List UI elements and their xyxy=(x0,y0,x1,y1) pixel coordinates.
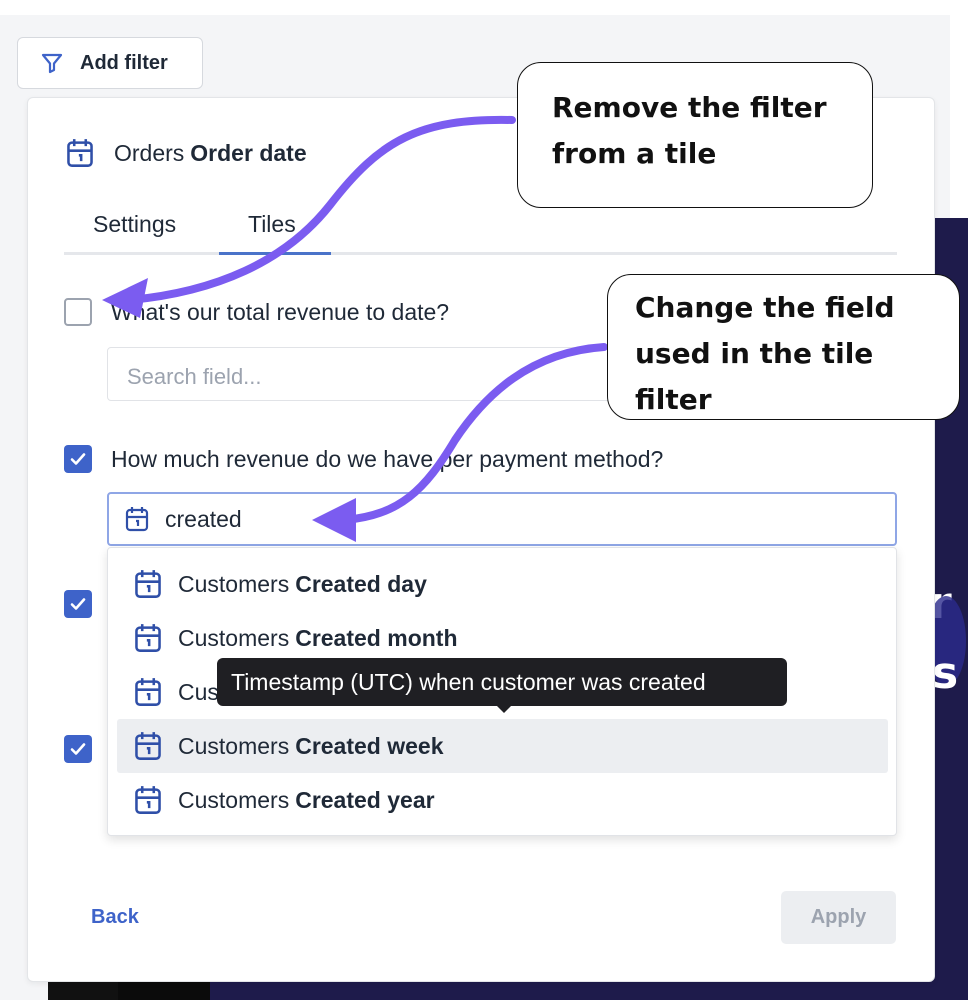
tile-checkbox[interactable] xyxy=(64,298,92,326)
callout-line: from a tile xyxy=(552,137,717,170)
tile-label: What's our total revenue to date? xyxy=(111,299,450,325)
tile-checkbox[interactable] xyxy=(64,735,92,763)
calendar-icon xyxy=(135,786,161,814)
option-prefix: Customers xyxy=(178,624,290,651)
funnel-icon xyxy=(41,53,63,74)
tab-settings[interactable]: Settings xyxy=(93,211,176,238)
calendar-icon xyxy=(135,624,161,652)
checkmark-icon xyxy=(70,453,86,465)
tile-label: How much revenue do we have per payment … xyxy=(111,446,664,472)
option-field: Created year xyxy=(295,786,435,813)
tile-field-input[interactable]: created xyxy=(107,492,897,546)
option-field: Created week xyxy=(295,732,444,759)
checkmark-icon xyxy=(70,743,86,755)
option-prefix: Customers xyxy=(178,786,290,813)
dropdown-option[interactable]: Customers Created day xyxy=(117,557,888,611)
callout-change-field: Change the field used in the tile filter xyxy=(607,274,960,420)
callout-line: used in the tile xyxy=(635,337,874,370)
tile-checkbox[interactable] xyxy=(64,590,92,618)
option-prefix: Customers xyxy=(178,732,290,759)
calendar-icon xyxy=(135,732,161,760)
tile-field-value: created xyxy=(165,505,242,532)
tile-checkbox[interactable] xyxy=(64,445,92,473)
panel-tabs: Settings Tiles xyxy=(64,205,897,255)
active-tab-indicator xyxy=(219,252,331,255)
callout-line: Change the field xyxy=(635,291,895,324)
add-filter-button[interactable]: Add filter xyxy=(17,37,203,89)
background-glyph: s xyxy=(932,648,959,699)
title-field: Order date xyxy=(190,139,307,166)
callout-line: Remove the filter xyxy=(552,91,827,124)
option-prefix: Customers xyxy=(178,570,290,597)
dropdown-option[interactable]: Customers Created year xyxy=(117,773,888,827)
calendar-icon xyxy=(135,678,161,706)
filter-title: Orders Order date xyxy=(66,136,307,170)
option-prefix: Cus xyxy=(178,678,219,705)
field-description-tooltip: Timestamp (UTC) when customer was create… xyxy=(217,658,787,713)
option-field: Created month xyxy=(295,624,458,651)
title-prefix: Orders xyxy=(114,139,185,166)
dropdown-option-highlighted[interactable]: Customers Created week xyxy=(117,719,888,773)
dropdown-option[interactable]: Customers Created month xyxy=(117,611,888,665)
calendar-icon xyxy=(67,139,93,167)
option-field: Created day xyxy=(295,570,427,597)
back-button[interactable]: Back xyxy=(91,906,139,929)
checkmark-icon xyxy=(70,598,86,610)
calendar-icon xyxy=(135,570,161,598)
calendar-icon xyxy=(125,507,149,532)
callout-remove-filter: Remove the filter from a tile xyxy=(517,62,873,208)
callout-line: filter xyxy=(635,383,712,416)
tab-tiles[interactable]: Tiles xyxy=(248,211,296,238)
add-filter-label: Add filter xyxy=(80,51,168,74)
apply-button[interactable]: Apply xyxy=(781,891,896,944)
